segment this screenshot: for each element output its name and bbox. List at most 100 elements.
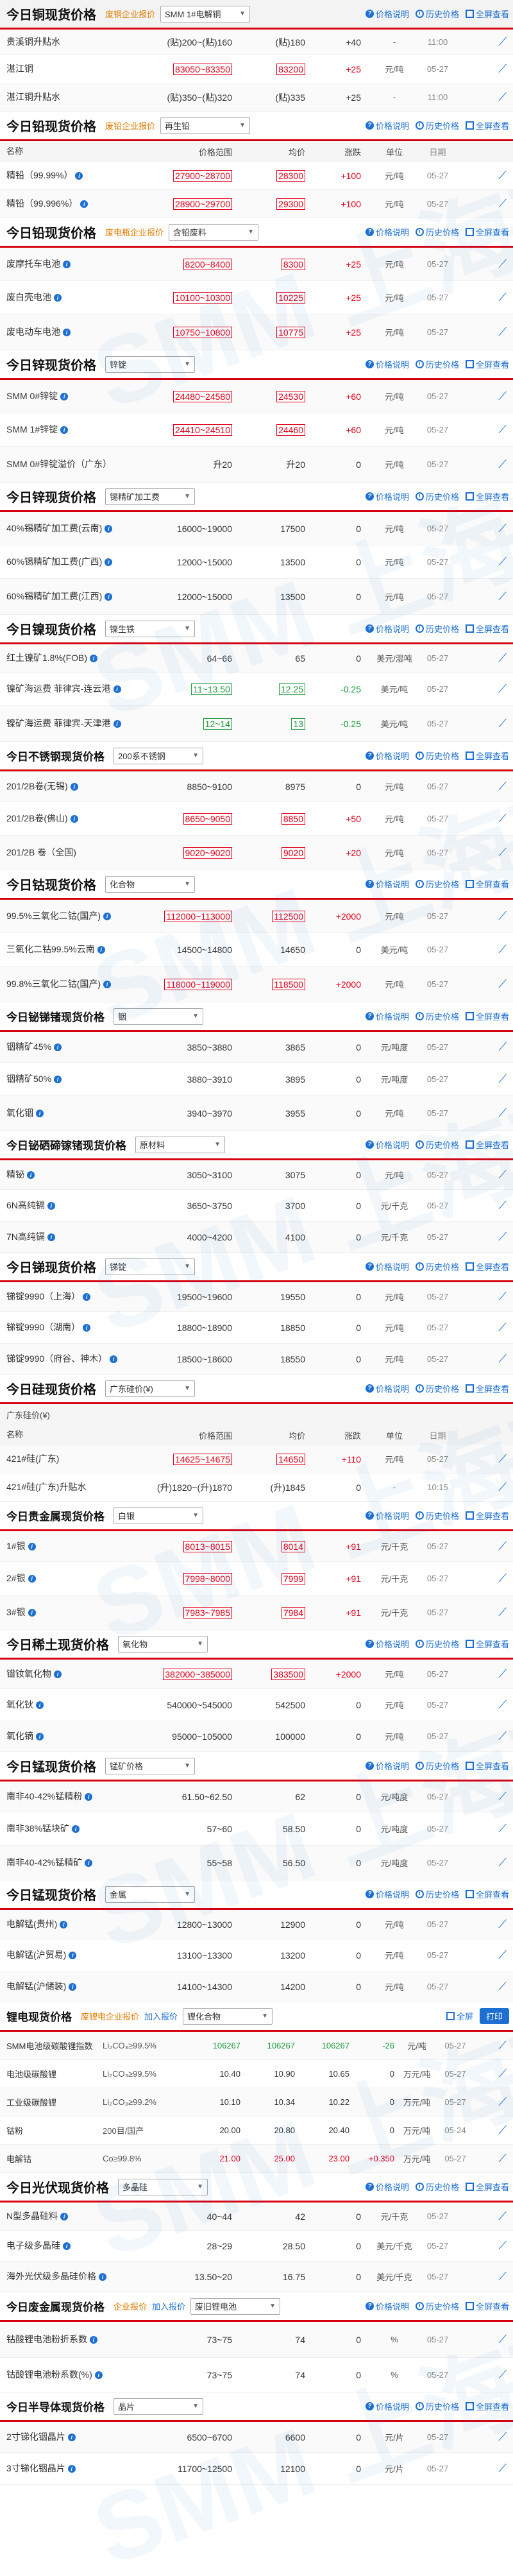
category-select[interactable]: SMM 1#电解铜 ▼ xyxy=(160,5,251,22)
trend-chart-icon[interactable]: ⟋ xyxy=(455,977,507,991)
price-desc-link[interactable]: ? 价格说明 xyxy=(365,1638,409,1650)
info-icon[interactable]: i xyxy=(47,1233,55,1242)
info-icon[interactable]: i xyxy=(63,261,71,269)
product-name[interactable]: SMM 0#锌锭 i xyxy=(6,391,147,402)
trend-chart-icon[interactable]: ⟋ xyxy=(455,90,507,104)
trend-chart-icon[interactable]: ⟋ xyxy=(455,1352,507,1366)
history-link[interactable]: 历史价格 xyxy=(415,1382,459,1395)
product-name[interactable]: 镨钕氧化物 i xyxy=(6,1669,147,1680)
product-name[interactable]: 201/2B卷(无锡) i xyxy=(6,781,147,793)
trend-chart-icon[interactable]: ⟋ xyxy=(455,2239,507,2253)
product-name[interactable]: 废摩托车电池 i xyxy=(6,259,147,270)
info-icon[interactable]: i xyxy=(94,2371,103,2380)
trend-chart-icon[interactable]: ⟋ xyxy=(455,325,507,339)
history-link[interactable]: 历史价格 xyxy=(415,119,459,132)
info-icon[interactable]: i xyxy=(83,1324,91,1332)
trend-chart-icon[interactable]: ⟋ xyxy=(455,1072,507,1086)
category-select[interactable]: 锡精矿加工费 ▼ xyxy=(105,488,195,505)
info-icon[interactable]: i xyxy=(90,2336,97,2344)
trend-chart-icon[interactable]: ⟋ xyxy=(471,2124,507,2137)
price-desc-link[interactable]: ? 价格说明 xyxy=(365,119,409,132)
category-select[interactable]: 原材料 ▼ xyxy=(135,1136,225,1153)
fullscreen-link[interactable]: 全屏查看 xyxy=(465,2181,509,2193)
category-select[interactable]: 广东硅价(¥) ▼ xyxy=(105,1380,195,1397)
fullscreen-link[interactable]: 全屏查看 xyxy=(465,1260,509,1273)
trend-chart-icon[interactable]: ⟋ xyxy=(455,2368,507,2382)
info-icon[interactable]: i xyxy=(27,1171,35,1180)
history-link[interactable]: 历史价格 xyxy=(415,1638,459,1650)
price-desc-link[interactable]: ? 价格说明 xyxy=(365,750,409,762)
history-link[interactable]: 历史价格 xyxy=(415,490,459,502)
print-button[interactable]: 打印 xyxy=(479,2008,509,2024)
category-select[interactable]: 200系不锈钢 ▼ xyxy=(114,747,203,764)
product-name[interactable]: 南非38%锰块矿 i xyxy=(6,1823,147,1835)
product-name[interactable]: 99.5%三氧化二钴(国产) i xyxy=(6,911,147,922)
info-icon[interactable]: i xyxy=(60,1921,68,1929)
info-icon[interactable]: i xyxy=(90,655,98,663)
category-select[interactable]: 金属 ▼ xyxy=(105,1885,195,1903)
info-icon[interactable]: i xyxy=(85,1859,93,1868)
price-desc-link[interactable]: ? 价格说明 xyxy=(365,1138,409,1151)
trend-chart-icon[interactable]: ⟋ xyxy=(471,2095,507,2109)
trend-chart-icon[interactable]: ⟋ xyxy=(455,943,507,956)
add-quote-link[interactable]: 加入报价 xyxy=(144,2010,178,2022)
trend-chart-icon[interactable]: ⟋ xyxy=(455,2462,507,2475)
trend-chart-icon[interactable]: ⟋ xyxy=(455,62,507,76)
trend-chart-icon[interactable]: ⟋ xyxy=(455,390,507,403)
info-icon[interactable]: i xyxy=(36,1701,44,1710)
info-icon[interactable]: i xyxy=(36,1110,44,1118)
history-link[interactable]: 历史价格 xyxy=(415,226,459,238)
product-name[interactable]: 钴粉 xyxy=(6,2124,103,2136)
trend-chart-icon[interactable]: ⟋ xyxy=(455,522,507,535)
trend-chart-icon[interactable]: ⟋ xyxy=(455,590,507,603)
product-name[interactable]: 铟精矿45% i xyxy=(6,1042,147,1053)
info-icon[interactable]: i xyxy=(105,558,113,567)
info-icon[interactable]: i xyxy=(103,913,112,921)
trend-chart-icon[interactable]: ⟋ xyxy=(455,1980,507,1993)
enterprise-quote-link[interactable]: 废锂电企业报价 xyxy=(81,2010,139,2022)
trend-chart-icon[interactable]: ⟋ xyxy=(455,1040,507,1054)
trend-chart-icon[interactable]: ⟋ xyxy=(455,1540,507,1553)
trend-chart-icon[interactable]: ⟋ xyxy=(455,1199,507,1212)
fullscreen-link[interactable]: 全屏 xyxy=(446,2010,473,2022)
product-name[interactable]: 氧化铟 i xyxy=(6,1108,147,1119)
trend-chart-icon[interactable]: ⟋ xyxy=(455,1106,507,1120)
history-link[interactable]: 历史价格 xyxy=(415,878,459,890)
price-desc-link[interactable]: ? 价格说明 xyxy=(365,1010,409,1022)
trend-chart-icon[interactable]: ⟋ xyxy=(455,1481,507,1494)
trend-chart-icon[interactable]: ⟋ xyxy=(455,1698,507,1712)
trend-chart-icon[interactable]: ⟋ xyxy=(455,1822,507,1835)
price-desc-link[interactable]: ? 价格说明 xyxy=(365,8,409,20)
product-name[interactable]: 铟精矿50% i xyxy=(6,1074,147,1085)
trend-chart-icon[interactable]: ⟋ xyxy=(455,1606,507,1619)
info-icon[interactable]: i xyxy=(67,2434,76,2442)
fullscreen-link[interactable]: 全屏查看 xyxy=(465,226,509,238)
info-icon[interactable]: i xyxy=(105,593,113,601)
fullscreen-link[interactable]: 全屏查看 xyxy=(465,878,509,890)
trend-chart-icon[interactable]: ⟋ xyxy=(455,2270,507,2283)
info-icon[interactable]: i xyxy=(28,1543,36,1551)
trend-chart-icon[interactable]: ⟋ xyxy=(455,1856,507,1869)
trend-chart-icon[interactable]: ⟋ xyxy=(455,1290,507,1303)
product-name[interactable]: 6N高纯镉 i xyxy=(6,1200,147,1212)
price-desc-link[interactable]: ? 价格说明 xyxy=(365,490,409,502)
fullscreen-link[interactable]: 全屏查看 xyxy=(465,1760,509,1772)
info-icon[interactable]: i xyxy=(85,1793,93,1801)
trend-chart-icon[interactable]: ⟋ xyxy=(455,1168,507,1181)
add-quote-link[interactable]: 加入报价 xyxy=(152,2300,185,2312)
product-name[interactable]: 精铋 i xyxy=(6,1169,147,1181)
history-link[interactable]: 历史价格 xyxy=(415,2400,459,2412)
history-link[interactable]: 历史价格 xyxy=(415,2300,459,2312)
fullscreen-link[interactable]: 全屏查看 xyxy=(465,1638,509,1650)
product-name[interactable]: 废电动车电池 i xyxy=(6,327,147,338)
trend-chart-icon[interactable]: ⟋ xyxy=(455,717,507,730)
info-icon[interactable]: i xyxy=(54,1076,62,1084)
trend-chart-icon[interactable]: ⟋ xyxy=(455,423,507,436)
product-name[interactable]: 电子级多晶硅 i xyxy=(6,2240,147,2252)
fullscreen-link[interactable]: 全屏查看 xyxy=(465,1010,509,1022)
product-name[interactable]: 锑锭9990（湖南） i xyxy=(6,1322,147,1334)
product-name[interactable]: 锑锭9990（上海） i xyxy=(6,1291,147,1303)
product-name[interactable]: 海外光伏级多晶硅价格 i xyxy=(6,2271,147,2283)
product-name[interactable]: 氧化镝 i xyxy=(6,1731,147,1742)
history-link[interactable]: 历史价格 xyxy=(415,1260,459,1273)
